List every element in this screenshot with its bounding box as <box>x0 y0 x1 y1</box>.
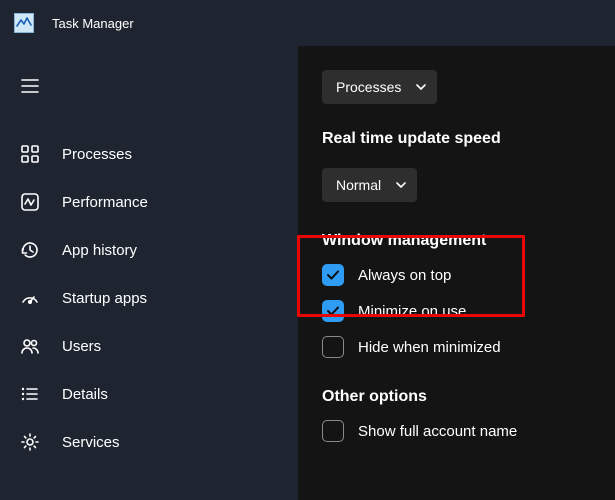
sidebar-item-label: Users <box>62 338 101 355</box>
checkbox-label: Show full account name <box>358 423 517 440</box>
activity-icon <box>20 192 40 212</box>
sidebar-item-label: Performance <box>62 194 148 211</box>
app-icon <box>14 13 34 33</box>
dropdown-value: Normal <box>336 177 381 193</box>
sidebar-item-processes[interactable]: Processes <box>0 130 298 178</box>
checkbox-checked-icon <box>322 300 344 322</box>
checkbox-label: Hide when minimized <box>358 339 501 356</box>
window-title: Task Manager <box>52 16 134 31</box>
sidebar-item-details[interactable]: Details <box>0 370 298 418</box>
update-speed-header: Real time update speed <box>322 130 591 148</box>
checkbox-unchecked-icon <box>322 420 344 442</box>
checkbox-checked-icon <box>322 264 344 286</box>
grid-icon <box>20 144 40 164</box>
history-icon <box>20 240 40 260</box>
checkbox-unchecked-icon <box>322 336 344 358</box>
gear-icon <box>20 432 40 452</box>
sidebar-item-users[interactable]: Users <box>0 322 298 370</box>
chevron-down-icon <box>395 179 407 191</box>
hamburger-button[interactable] <box>8 64 52 108</box>
checkbox-label: Always on top <box>358 267 451 284</box>
chevron-down-icon <box>415 81 427 93</box>
window-management-header: Window management <box>322 232 591 250</box>
update-speed-dropdown[interactable]: Normal <box>322 168 417 202</box>
sidebar-item-label: Services <box>62 434 120 451</box>
hide-when-minimized-row[interactable]: Hide when minimized <box>322 336 591 358</box>
default-page-dropdown[interactable]: Processes <box>322 70 437 104</box>
checkbox-label: Minimize on use <box>358 303 466 320</box>
always-on-top-row[interactable]: Always on top <box>322 264 591 286</box>
sidebar-item-label: Details <box>62 386 108 403</box>
show-full-account-row[interactable]: Show full account name <box>322 420 591 442</box>
other-options-header: Other options <box>322 388 591 406</box>
sidebar-item-performance[interactable]: Performance <box>0 178 298 226</box>
sidebar-item-label: App history <box>62 242 137 259</box>
minimize-on-use-row[interactable]: Minimize on use <box>322 300 591 322</box>
sidebar: Processes Performance App history Startu… <box>0 46 298 500</box>
sidebar-item-label: Processes <box>62 146 132 163</box>
settings-panel: Processes Real time update speed Normal … <box>298 46 615 500</box>
gauge-icon <box>20 288 40 308</box>
users-icon <box>20 336 40 356</box>
list-icon <box>20 384 40 404</box>
sidebar-item-startup-apps[interactable]: Startup apps <box>0 274 298 322</box>
sidebar-item-label: Startup apps <box>62 290 147 307</box>
sidebar-item-services[interactable]: Services <box>0 418 298 466</box>
titlebar: Task Manager <box>0 0 615 46</box>
sidebar-item-app-history[interactable]: App history <box>0 226 298 274</box>
hamburger-icon <box>21 79 39 93</box>
dropdown-value: Processes <box>336 79 401 95</box>
